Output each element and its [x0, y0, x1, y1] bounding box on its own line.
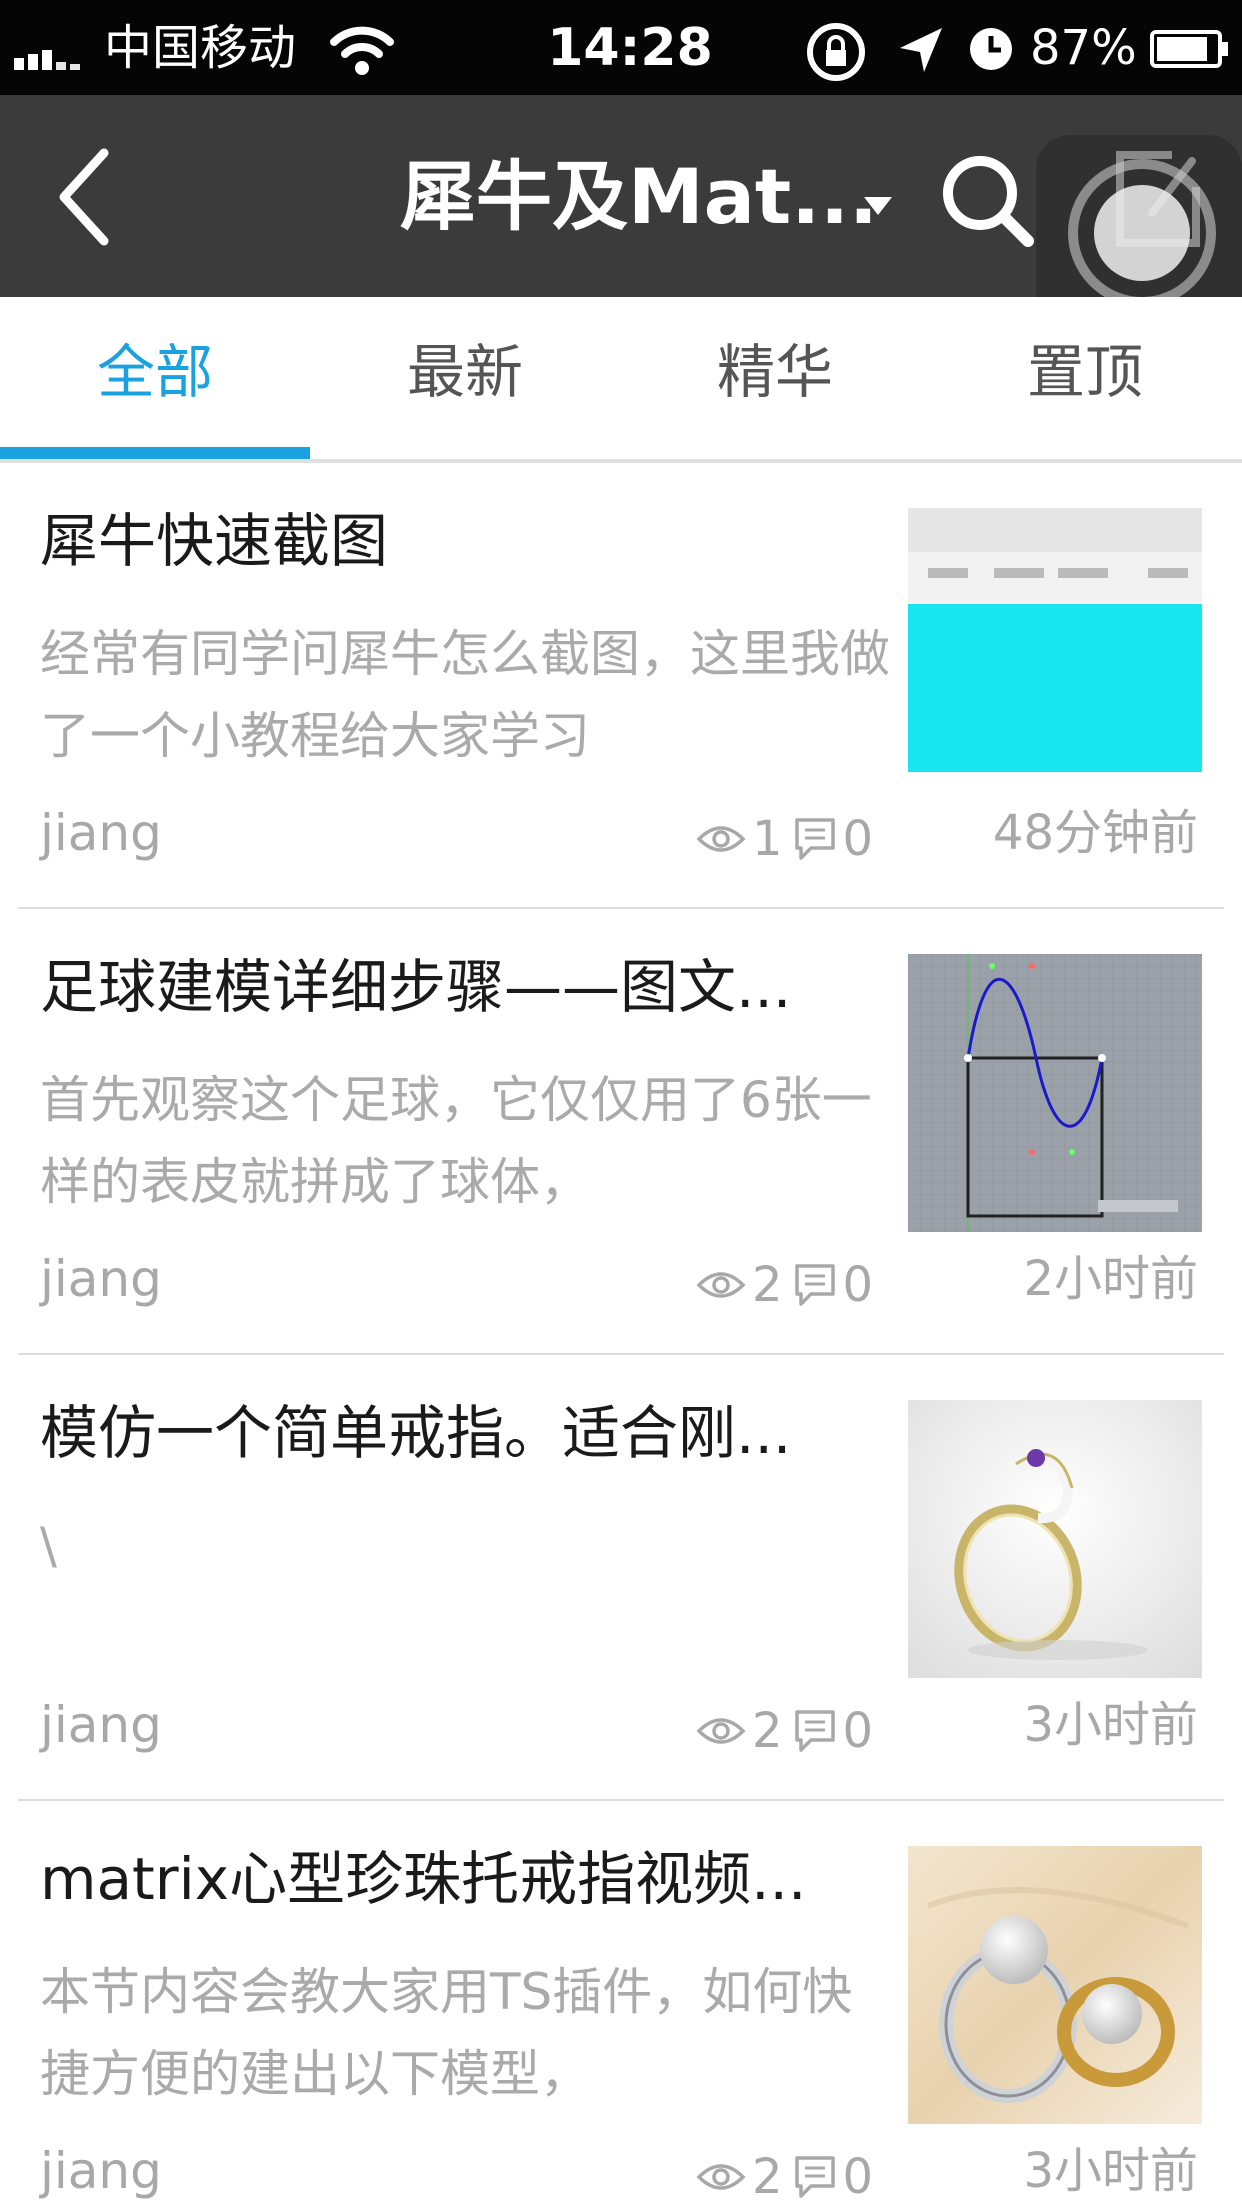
eye-icon [696, 1272, 746, 1298]
list-item[interactable]: 模仿一个简单戒指。适合刚... \ jiang 2 0 3小时前 [0, 1355, 1242, 1801]
alarm-clock-icon [970, 28, 1012, 70]
list-item[interactable]: 足球建模详细步骤——图文... 首先观察这个足球，它仅仅用了6张一样的表皮就拼成… [0, 909, 1242, 1355]
post-author: jiang [40, 804, 162, 862]
view-count: 2 [752, 1257, 783, 1313]
comment-count: 0 [842, 2149, 874, 2205]
comment-icon [794, 2156, 835, 2198]
view-count: 1 [752, 811, 783, 867]
rotation-lock-icon [807, 23, 865, 81]
status-bar: 中国移动 14:28 87% [0, 0, 1242, 95]
comment-count: 0 [842, 1703, 874, 1759]
comment-icon [794, 1710, 835, 1752]
post-stats: 2 0 [696, 1257, 883, 1313]
carrier-name: 中国移动 [104, 20, 297, 76]
list-item[interactable]: matrix心型珍珠托戒指视频... 本节内容会教大家用TS插件，如何快捷方便的… [0, 1801, 1242, 2208]
forum-title-dropdown[interactable]: 犀牛及Mat... [400, 155, 878, 239]
post-time: 3小时前 [1023, 1697, 1198, 1753]
eye-icon [696, 1718, 746, 1744]
post-thumbnail [908, 1400, 1202, 1678]
comment-icon [794, 1264, 835, 1306]
list-item[interactable]: 犀牛快速截图 经常有同学问犀牛怎么截图，这里我做了一个小教程给大家学习 jian… [0, 463, 1242, 909]
post-thumbnail [908, 508, 1202, 786]
eye-icon [696, 826, 746, 852]
post-title: 犀牛快速截图 [40, 507, 389, 575]
comment-count: 0 [842, 1257, 874, 1313]
post-title: 足球建模详细步骤——图文... [40, 953, 792, 1021]
post-thumbnail [908, 1846, 1202, 2124]
post-summary: 经常有同学问犀牛怎么截图，这里我做了一个小教程给大家学习 [40, 625, 890, 765]
post-author: jiang [40, 2142, 162, 2200]
nav-bar: 犀牛及Mat... [0, 95, 1242, 345]
post-stats: 2 0 [696, 2149, 883, 2205]
battery-percentage: 87% [1030, 20, 1137, 76]
post-title: matrix心型珍珠托戒指视频... [40, 1845, 807, 1913]
active-tab-indicator [0, 447, 310, 459]
tab-featured[interactable]: 精华 [620, 297, 930, 459]
post-time: 3小时前 [1023, 2143, 1198, 2199]
clock: 14:28 [547, 18, 713, 78]
view-count: 2 [752, 1703, 783, 1759]
post-summary: 本节内容会教大家用TS插件，如何快捷方便的建出以下模型， [40, 1963, 853, 2103]
post-summary: 首先观察这个足球，它仅仅用了6张一样的表皮就拼成了球体， [40, 1071, 872, 1211]
post-author: jiang [40, 1250, 162, 1308]
eye-icon [696, 2164, 746, 2190]
view-count: 2 [752, 2149, 783, 2205]
comment-count: 0 [842, 811, 874, 867]
dropdown-caret-icon[interactable] [864, 197, 892, 215]
post-author: jiang [40, 1696, 162, 1754]
post-stats: 2 0 [696, 1703, 883, 1759]
battery-icon [1150, 30, 1228, 68]
filter-tabs: 全部 最新 精华 置顶 [0, 297, 1242, 463]
tab-all[interactable]: 全部 [0, 297, 310, 459]
tab-latest[interactable]: 最新 [310, 297, 620, 459]
tab-pinned[interactable]: 置顶 [930, 297, 1240, 459]
comment-icon [794, 818, 835, 860]
search-icon[interactable] [938, 151, 1034, 247]
post-time: 2小时前 [1023, 1251, 1198, 1307]
wifi-icon [330, 26, 394, 75]
post-summary: \ [40, 1517, 57, 1575]
post-time: 48分钟前 [992, 805, 1198, 861]
post-stats: 1 0 [696, 811, 883, 867]
post-thumbnail [908, 954, 1202, 1232]
location-arrow-icon [900, 28, 942, 72]
post-title: 模仿一个简单戒指。适合刚... [40, 1399, 792, 1467]
signal-strength-icon [14, 40, 84, 70]
back-chevron-icon[interactable] [54, 147, 114, 247]
